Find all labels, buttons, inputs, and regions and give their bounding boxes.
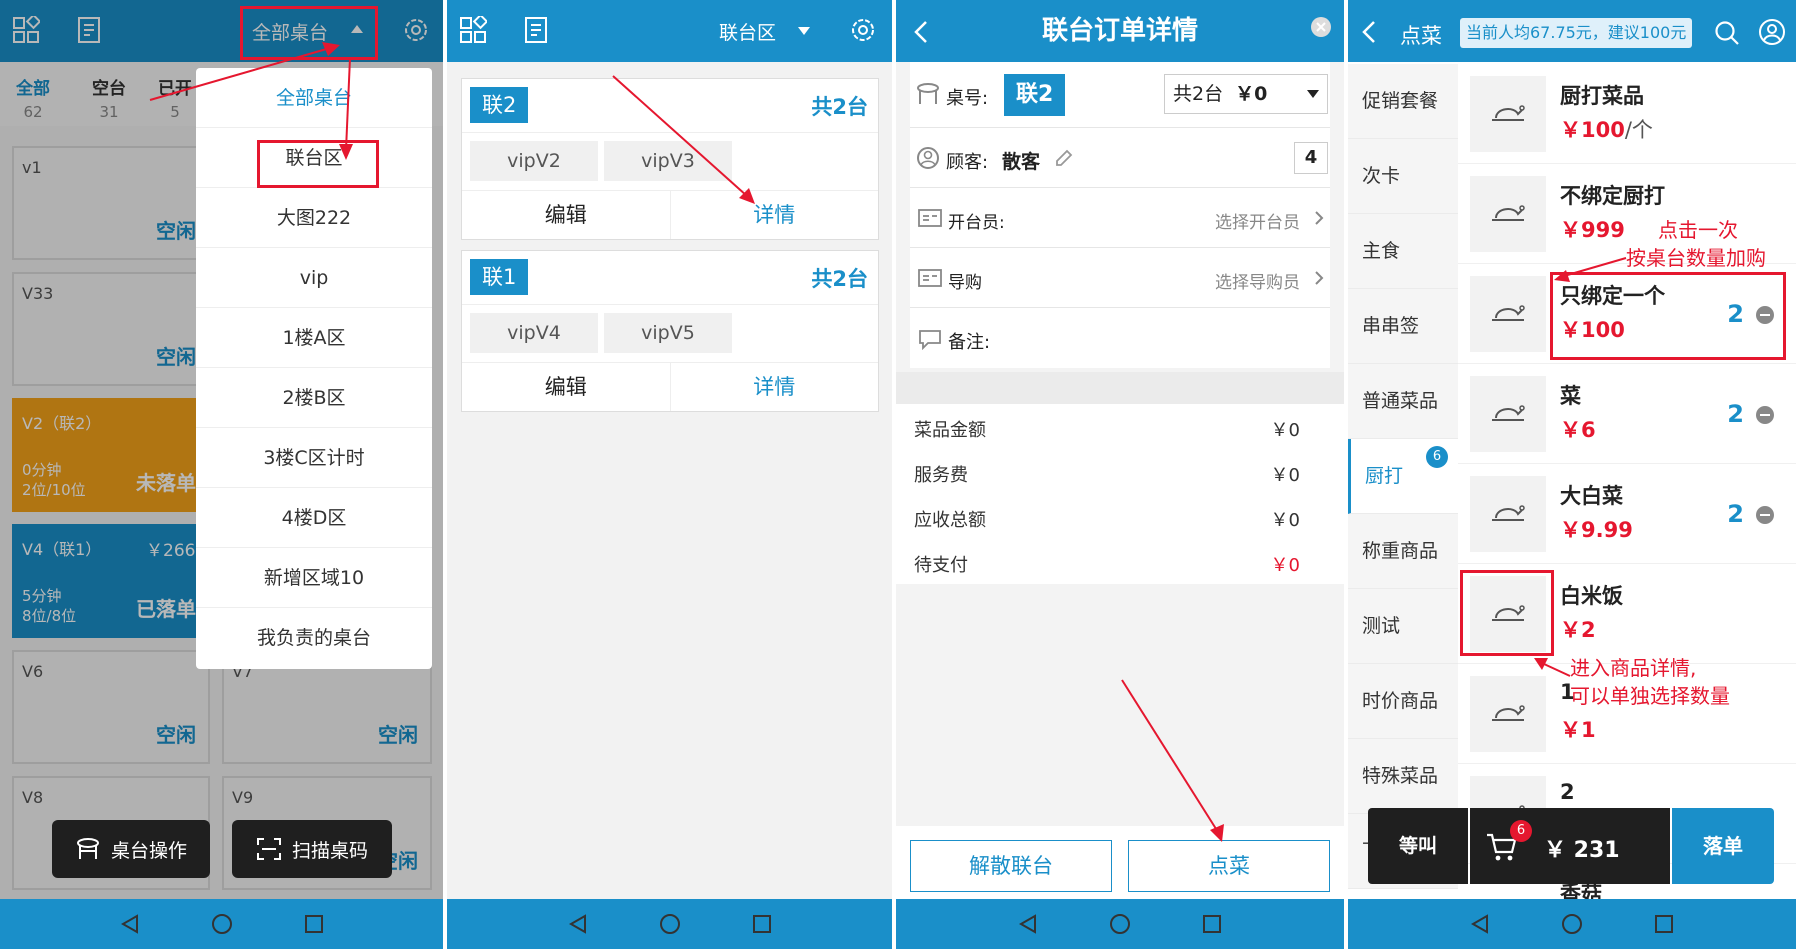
android-nav-bar [0,899,443,949]
home-nav-icon[interactable] [1109,913,1131,935]
dropdown-item[interactable]: 4楼D区 [196,488,432,548]
panel-combined-order-detail: 联台订单详情 桌号: 联2 共2台 ￥0 顾客: 散客 4 开台员: 选择开台员… [896,0,1344,949]
dropdown-item[interactable]: 我负责的桌台 [196,608,432,668]
recents-nav-icon[interactable] [303,913,325,935]
recents-nav-icon[interactable] [1653,913,1675,935]
arrow-annotation [1534,257,1627,677]
table-chip: vipV5 [604,313,732,353]
back-nav-icon[interactable] [1017,913,1039,935]
submit-order-button[interactable]: 落单 [1672,808,1774,884]
detail-button[interactable]: 详情 [669,363,879,411]
recents-nav-icon[interactable] [1201,913,1223,935]
recents-nav-icon[interactable] [751,913,773,935]
combo-card-lian1: 联1 共2台 vipV4 vipV5 编辑 详情 [461,250,879,412]
scan-icon [256,838,281,860]
home-nav-icon[interactable] [1561,913,1583,935]
table-ops-button[interactable]: 桌台操作 [52,820,210,878]
wait-call-button[interactable]: 等叫 [1368,808,1468,884]
category-item[interactable]: 特殊菜品 [1348,739,1458,814]
edit-button[interactable]: 编辑 [462,363,670,411]
dropdown-item[interactable]: 3楼C区计时 [196,428,432,488]
panel-table-list: 全部桌台 全部 62 空台 31 已开 5 v1 空闲 V33 空闲 V2（联2） 0分钟 2… [0,0,443,949]
dropdown-item[interactable]: 1楼A区 [196,308,432,368]
dropdown-item[interactable]: vip [196,248,432,308]
android-nav-bar [1348,899,1796,949]
home-nav-icon[interactable] [659,913,681,935]
combo-label: 联1 [470,259,529,295]
arrow-annotation [149,42,353,160]
panel-order-dishes: 点菜 当前人均67.75元，建议100元 促销套餐 次卡 主食 串串签 普通菜品… [1348,0,1796,949]
chicken-icon [1492,705,1525,721]
cart-total: ￥ 231 [1544,838,1620,863]
cart-bar[interactable]: 6 ￥ 231 [1470,808,1670,884]
home-nav-icon[interactable] [211,913,233,935]
back-nav-icon[interactable] [1469,913,1491,935]
back-nav-icon[interactable] [119,913,141,935]
panel-combined-tables: 联台区 联2 共2台 vipV2 vipV3 编辑 详情 联1 共2台 vipV4 vip… [447,0,892,949]
table-chip: vipV4 [470,313,598,353]
stool-icon [76,838,99,859]
arrow-annotation [1121,679,1224,842]
android-nav-bar [896,899,1344,949]
dropdown-item[interactable]: 2楼B区 [196,368,432,428]
cart-badge: 6 [1510,820,1532,842]
back-nav-icon[interactable] [567,913,589,935]
dropdown-item[interactable]: 新增区域10 [196,548,432,608]
arrow-annotation [612,75,755,204]
android-nav-bar [447,899,892,949]
combo-total: 共2台 [811,267,868,291]
scan-code-button[interactable]: 扫描桌码 [232,820,392,878]
